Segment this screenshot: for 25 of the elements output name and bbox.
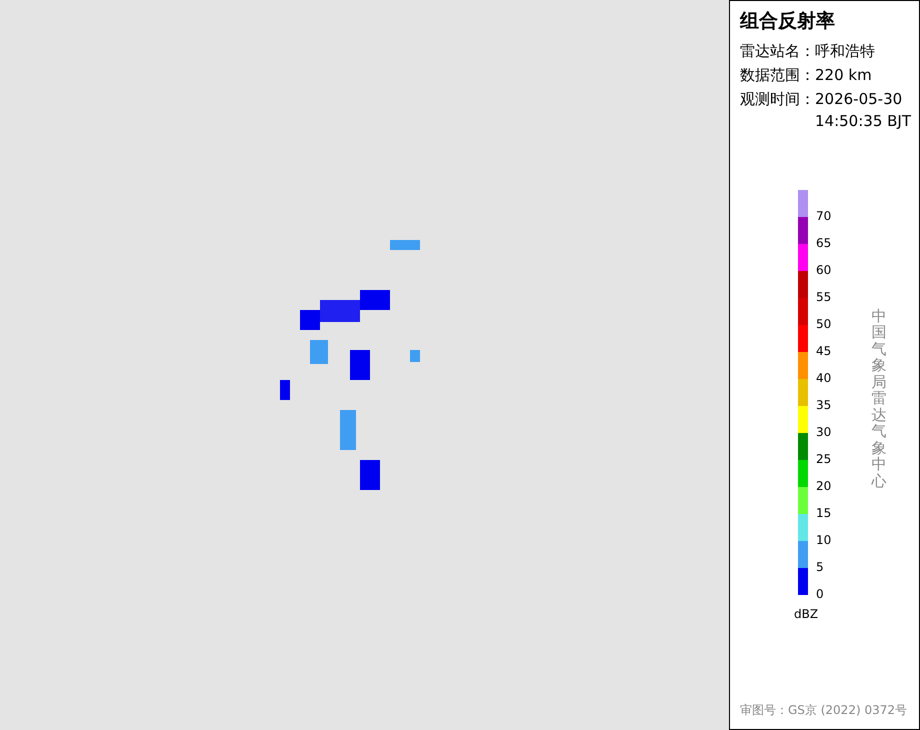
- legend-unit: dBZ: [793, 606, 820, 622]
- approval-number: 审图号：GS京 (2022) 0372号: [740, 702, 907, 719]
- legend-label: 50: [816, 316, 832, 330]
- legend-label: 35: [816, 398, 832, 412]
- field-label: 观测时间：: [740, 88, 815, 110]
- legend-label: 10: [816, 532, 832, 546]
- legend-label: 70: [816, 208, 832, 222]
- field-label: 数据范围：: [740, 64, 815, 86]
- panel-title: 组合反射率: [738, 9, 836, 34]
- legend-label: 5: [816, 560, 824, 574]
- legend-label: 15: [816, 506, 832, 520]
- legend-label: 25: [816, 452, 832, 466]
- legend-label: 0: [816, 586, 824, 600]
- legend-label: 60: [816, 262, 832, 276]
- legend-label: 65: [816, 236, 832, 250]
- field-value: 呼和浩特: [815, 40, 876, 62]
- legend-label: 20: [816, 478, 832, 492]
- legend-label: 45: [816, 344, 832, 358]
- credit-text: 中国气象局雷达气象中心: [871, 308, 886, 492]
- legend-label: 55: [816, 290, 832, 304]
- field-label: 雷达站名：: [740, 40, 815, 62]
- legend-label: 40: [816, 370, 832, 384]
- field-value: 2026-05-30 14:50:35 BJT: [815, 88, 912, 132]
- legend-label: 30: [816, 424, 832, 438]
- field-value: 220 km: [815, 64, 873, 86]
